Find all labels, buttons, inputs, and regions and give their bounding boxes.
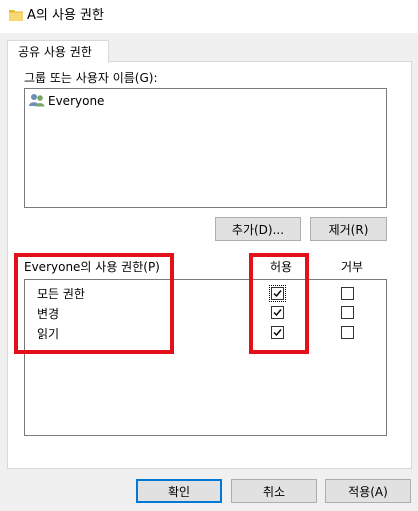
add-button[interactable]: 추가(D)... — [215, 217, 301, 241]
apply-button[interactable]: 적용(A) — [325, 479, 411, 503]
cancel-button[interactable]: 취소 — [231, 479, 317, 503]
users-group-icon — [29, 93, 48, 110]
deny-read-checkbox[interactable] — [341, 326, 354, 339]
deny-header: 거부 — [341, 260, 364, 274]
user-name: Everyone — [48, 94, 105, 108]
ok-button[interactable]: 확인 — [136, 479, 222, 503]
window-title: A의 사용 권한 — [27, 8, 104, 23]
highlight-box-allow — [249, 253, 309, 354]
list-item[interactable]: Everyone — [29, 92, 104, 110]
folder-icon — [9, 9, 23, 21]
users-label: 그룹 또는 사용자 이름(G): — [24, 71, 158, 85]
deny-change-checkbox[interactable] — [341, 306, 354, 319]
users-listbox[interactable]: Everyone — [24, 88, 387, 208]
tab-label: 공유 사용 권한 — [18, 45, 92, 59]
highlight-box-permissions — [14, 253, 174, 354]
remove-button[interactable]: 제거(R) — [310, 217, 387, 241]
tab-share-permissions[interactable]: 공유 사용 권한 — [7, 40, 109, 63]
deny-full-control-checkbox[interactable] — [341, 287, 354, 300]
